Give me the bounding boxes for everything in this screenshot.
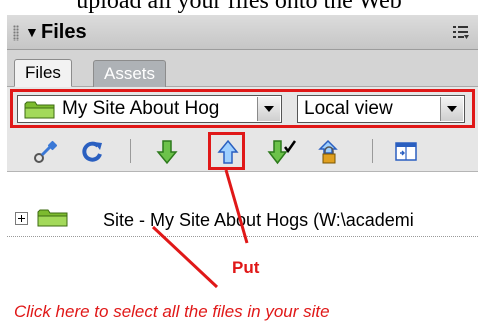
files-panel: ▼ Files Files Assets My Site About Hog L… [7, 15, 478, 321]
click-arrow-line [151, 225, 219, 289]
annotation-arrows [151, 169, 249, 289]
page-caption: upload all your files onto the Web [76, 0, 402, 14]
put-arrow-line [224, 169, 249, 244]
